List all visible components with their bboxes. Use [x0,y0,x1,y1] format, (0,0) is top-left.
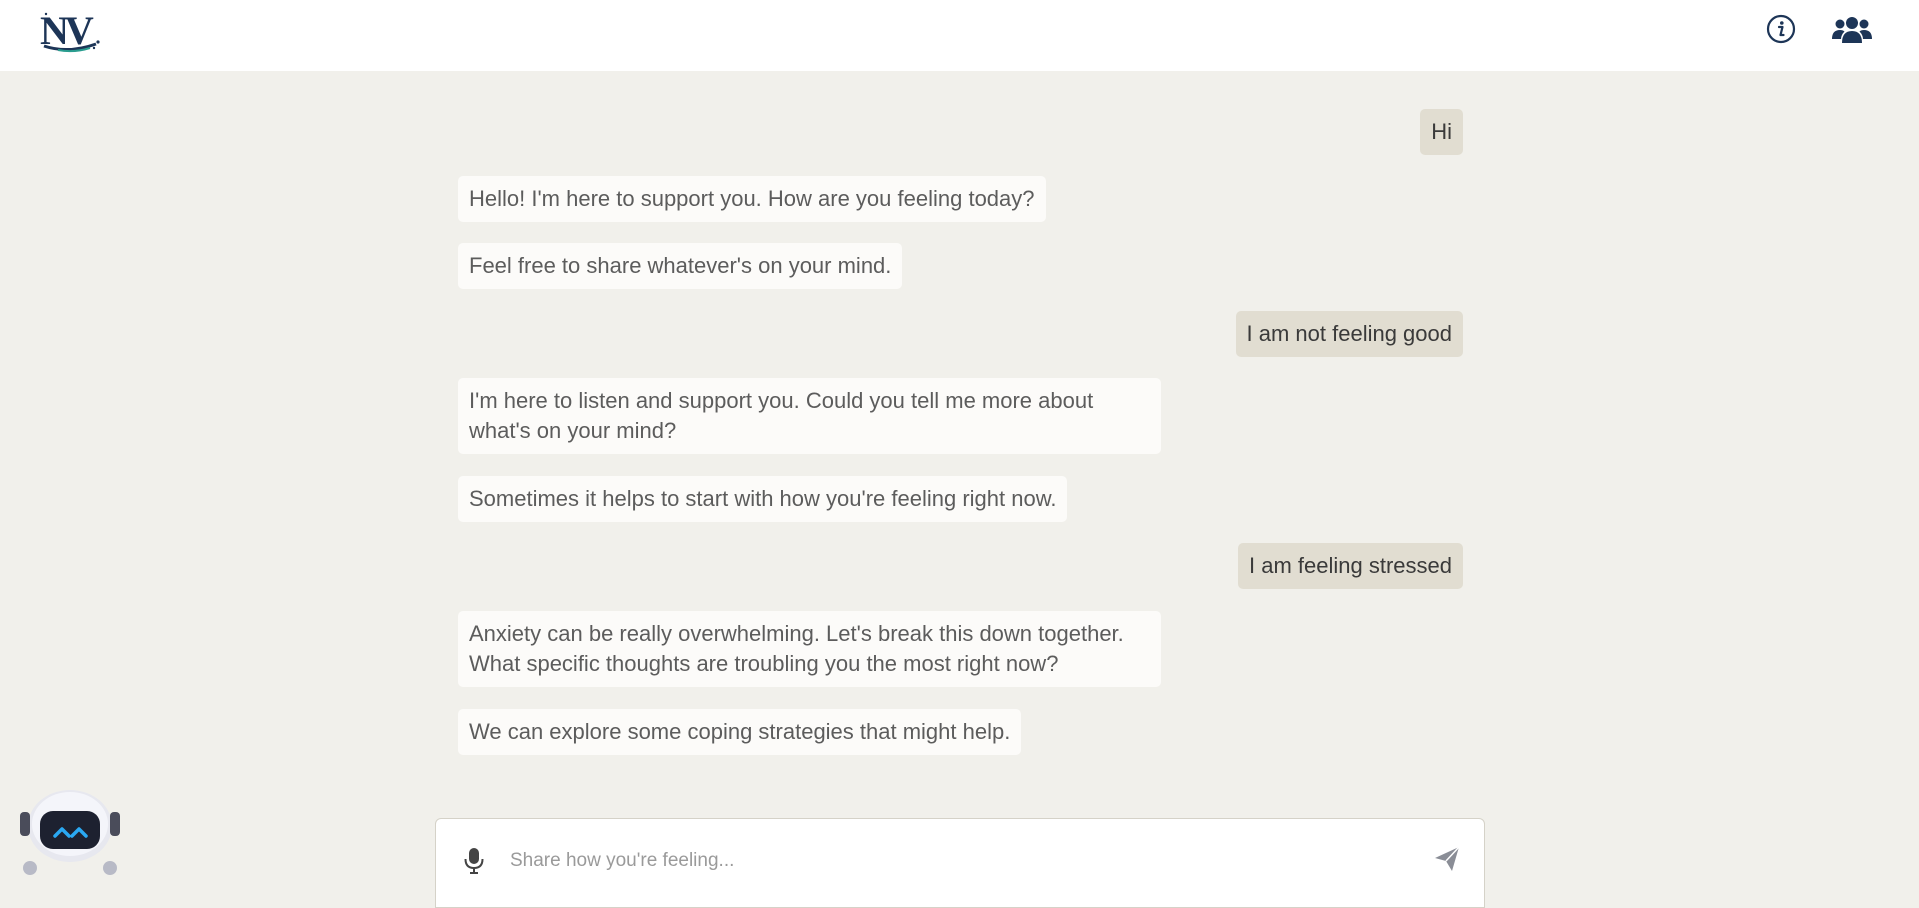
bot-message: Anxiety can be really overwhelming. Let'… [458,611,1161,687]
nv-logo[interactable]: NV [38,6,104,56]
paper-plane-icon[interactable] [1433,845,1461,873]
microphone-icon[interactable] [463,847,485,875]
users-icon[interactable] [1832,13,1872,45]
bot-message: I'm here to listen and support you. Coul… [458,378,1161,454]
robot-avatar-icon[interactable] [20,784,120,890]
top-bar: NV [0,0,1919,71]
bot-message: Sometimes it helps to start with how you… [458,476,1068,522]
chat-thread: Hi Hello! I'm here to support you. How a… [0,71,1919,811]
message-composer [435,818,1485,908]
bot-message: Hello! I'm here to support you. How are … [458,176,1046,222]
message-input[interactable] [510,841,1390,881]
info-icon[interactable] [1765,13,1797,45]
user-message: I am not feeling good [1235,311,1463,357]
bot-message: Feel free to share whatever's on your mi… [458,243,903,289]
user-message: I am feeling stressed [1238,543,1463,589]
user-message: Hi [1420,109,1463,155]
bot-message: We can explore some coping strategies th… [458,709,1022,755]
